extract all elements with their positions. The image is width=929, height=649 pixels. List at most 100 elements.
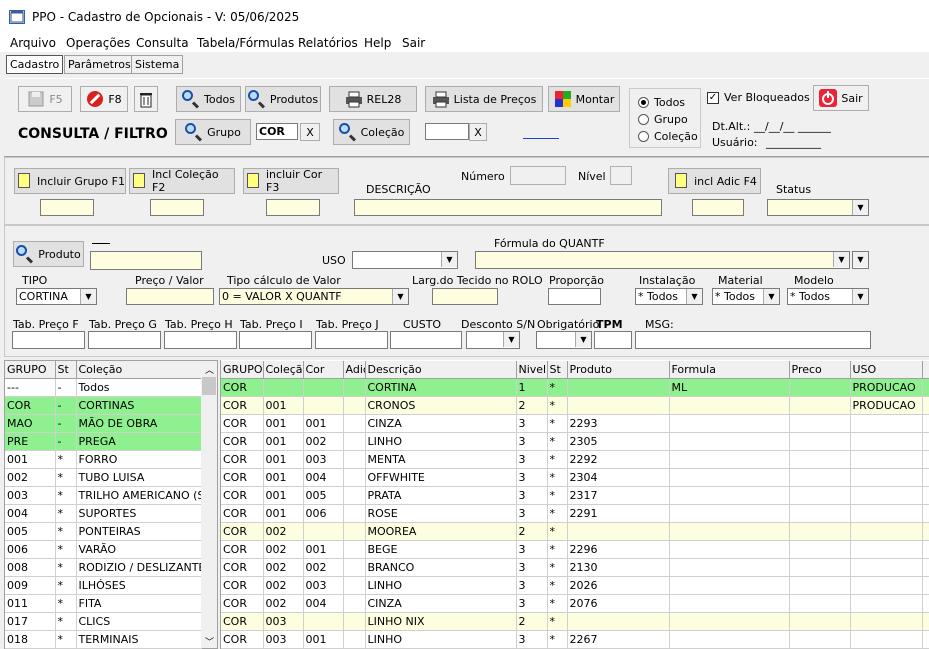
left-cell[interactable]: 003 (5, 486, 56, 505)
right-cell[interactable]: PRODUCAO (850, 396, 923, 415)
left-cell[interactable]: * (55, 594, 77, 613)
left-cell[interactable]: FITA (76, 594, 202, 613)
left-cell[interactable]: * (55, 576, 77, 595)
left-grid[interactable]: GRUPO St Coleção --- - Todos COR - CORTINAS MA… (5, 361, 202, 649)
incluir-cor-button[interactable]: incluir Cor F3 (243, 168, 339, 194)
tipo-calculo-select[interactable]: 0 = VALOR X QUANTF ▼ (219, 288, 409, 305)
right-cell[interactable]: 003 (263, 630, 304, 649)
right-cell[interactable] (567, 396, 670, 415)
right-cell[interactable]: OFFWHITE (365, 468, 517, 487)
left-row[interactable]: 008 * RODIZIO / DESLIZANTE (5, 558, 202, 577)
right-cell[interactable] (669, 486, 790, 505)
right-cell[interactable]: COR (221, 504, 264, 523)
grupo-code-field[interactable] (40, 199, 94, 216)
left-cell[interactable]: * (55, 504, 77, 523)
left-cell[interactable]: - (55, 396, 77, 415)
left-cell[interactable]: VARÃO (76, 540, 202, 559)
incl-colecao-button[interactable]: Incl Coleção F2 (129, 168, 235, 194)
link-underline[interactable] (523, 138, 559, 139)
left-row[interactable]: COR - CORTINAS (5, 396, 202, 415)
right-cell[interactable] (789, 414, 851, 433)
right-cell[interactable] (850, 576, 923, 595)
left-cell[interactable]: MÃO DE OBRA (76, 414, 202, 433)
right-header-produto[interactable]: Produto (567, 361, 670, 379)
right-cell[interactable] (789, 594, 851, 613)
right-cell[interactable]: 2076 (567, 594, 670, 613)
right-cell[interactable]: LINHO (365, 432, 517, 451)
montar-button[interactable]: Montar (548, 86, 620, 112)
right-cell[interactable] (789, 558, 851, 577)
right-cell[interactable]: * (547, 540, 568, 559)
right-cell[interactable]: 2293 (567, 414, 670, 433)
right-cell[interactable]: 001 (263, 486, 304, 505)
left-row[interactable]: 009 * ILHÓSES (5, 576, 202, 595)
left-cell[interactable]: --- (5, 378, 56, 397)
f5-button[interactable]: F5 (18, 86, 72, 112)
right-cell[interactable] (669, 576, 790, 595)
menu-sair[interactable]: Sair (402, 36, 425, 50)
right-cell[interactable] (669, 612, 790, 631)
adic-field[interactable] (692, 199, 744, 216)
left-cell[interactable]: * (55, 630, 77, 649)
right-cell[interactable] (922, 450, 929, 469)
right-cell[interactable]: * (547, 558, 568, 577)
right-cell[interactable]: * (547, 450, 568, 469)
radio-todos[interactable]: Todos (638, 96, 685, 109)
menu-arquivo[interactable]: Arquivo (10, 36, 56, 50)
left-scrollbar[interactable]: ︿ ﹀ (201, 361, 217, 648)
right-cell[interactable]: 002 (263, 540, 304, 559)
right-row[interactable]: COR 001 001 CINZA 3 * 2293 (221, 414, 929, 433)
right-cell[interactable] (922, 612, 929, 631)
right-row[interactable]: COR CORTINA 1 * ML PRODUCAO (221, 378, 929, 397)
right-cell[interactable]: 006 (303, 504, 344, 523)
right-cell[interactable]: 001 (263, 432, 304, 451)
right-row[interactable]: COR 001 005 PRATA 3 * 2317 (221, 486, 929, 505)
trash-button[interactable] (134, 86, 158, 112)
right-cell[interactable] (669, 630, 790, 649)
right-cell[interactable] (669, 522, 790, 541)
left-cell[interactable]: - (55, 378, 77, 397)
right-cell[interactable]: 2292 (567, 450, 670, 469)
right-cell[interactable]: * (547, 504, 568, 523)
left-cell[interactable]: CORTINAS (76, 396, 202, 415)
msg-field[interactable] (635, 331, 871, 349)
right-cell[interactable] (669, 414, 790, 433)
right-row[interactable]: COR 001 006 ROSE 3 * 2291 (221, 504, 929, 523)
right-cell[interactable] (922, 504, 929, 523)
right-cell[interactable] (922, 576, 929, 595)
cor-code-field[interactable] (266, 199, 320, 216)
ver-bloqueados-checkbox[interactable]: ✓ Ver Bloqueados (707, 91, 810, 104)
right-cell[interactable]: * (547, 630, 568, 649)
right-header-descricao[interactable]: Descrição (365, 361, 517, 379)
right-row[interactable]: COR 003 LINHO NIX 2 * (221, 612, 929, 631)
left-row[interactable]: 002 * TUBO LUISA (5, 468, 202, 487)
right-cell[interactable] (850, 414, 923, 433)
right-cell[interactable]: COR (221, 414, 264, 433)
right-grid[interactable]: GRUPO Coleção Cor Adic Descrição Nivel S… (221, 361, 929, 649)
obrigatorio-select[interactable]: ▼ (536, 331, 592, 349)
right-cell[interactable] (922, 486, 929, 505)
right-cell[interactable]: 1 (516, 378, 548, 397)
left-cell[interactable]: * (55, 486, 77, 505)
right-cell[interactable]: 3 (516, 504, 548, 523)
tab-cadastro[interactable]: Cadastro (6, 55, 64, 74)
left-cell[interactable]: PRE (5, 432, 56, 451)
right-cell[interactable] (922, 432, 929, 451)
right-cell[interactable] (343, 450, 366, 469)
right-cell[interactable] (850, 522, 923, 541)
right-cell[interactable] (303, 612, 344, 631)
right-cell[interactable] (850, 504, 923, 523)
right-cell[interactable] (922, 396, 929, 415)
right-cell[interactable] (343, 504, 366, 523)
left-header-st[interactable]: St (55, 361, 77, 379)
right-cell[interactable]: COR (221, 378, 264, 397)
right-cell[interactable]: 2267 (567, 630, 670, 649)
right-cell[interactable]: 2317 (567, 486, 670, 505)
right-cell[interactable]: * (547, 594, 568, 613)
tab-preco-h-field[interactable] (164, 331, 237, 349)
right-cell[interactable]: 2305 (567, 432, 670, 451)
right-row[interactable]: COR 001 004 OFFWHITE 3 * 2304 (221, 468, 929, 487)
right-cell[interactable]: 002 (263, 558, 304, 577)
right-cell[interactable] (343, 612, 366, 631)
right-cell[interactable]: 2 (516, 522, 548, 541)
